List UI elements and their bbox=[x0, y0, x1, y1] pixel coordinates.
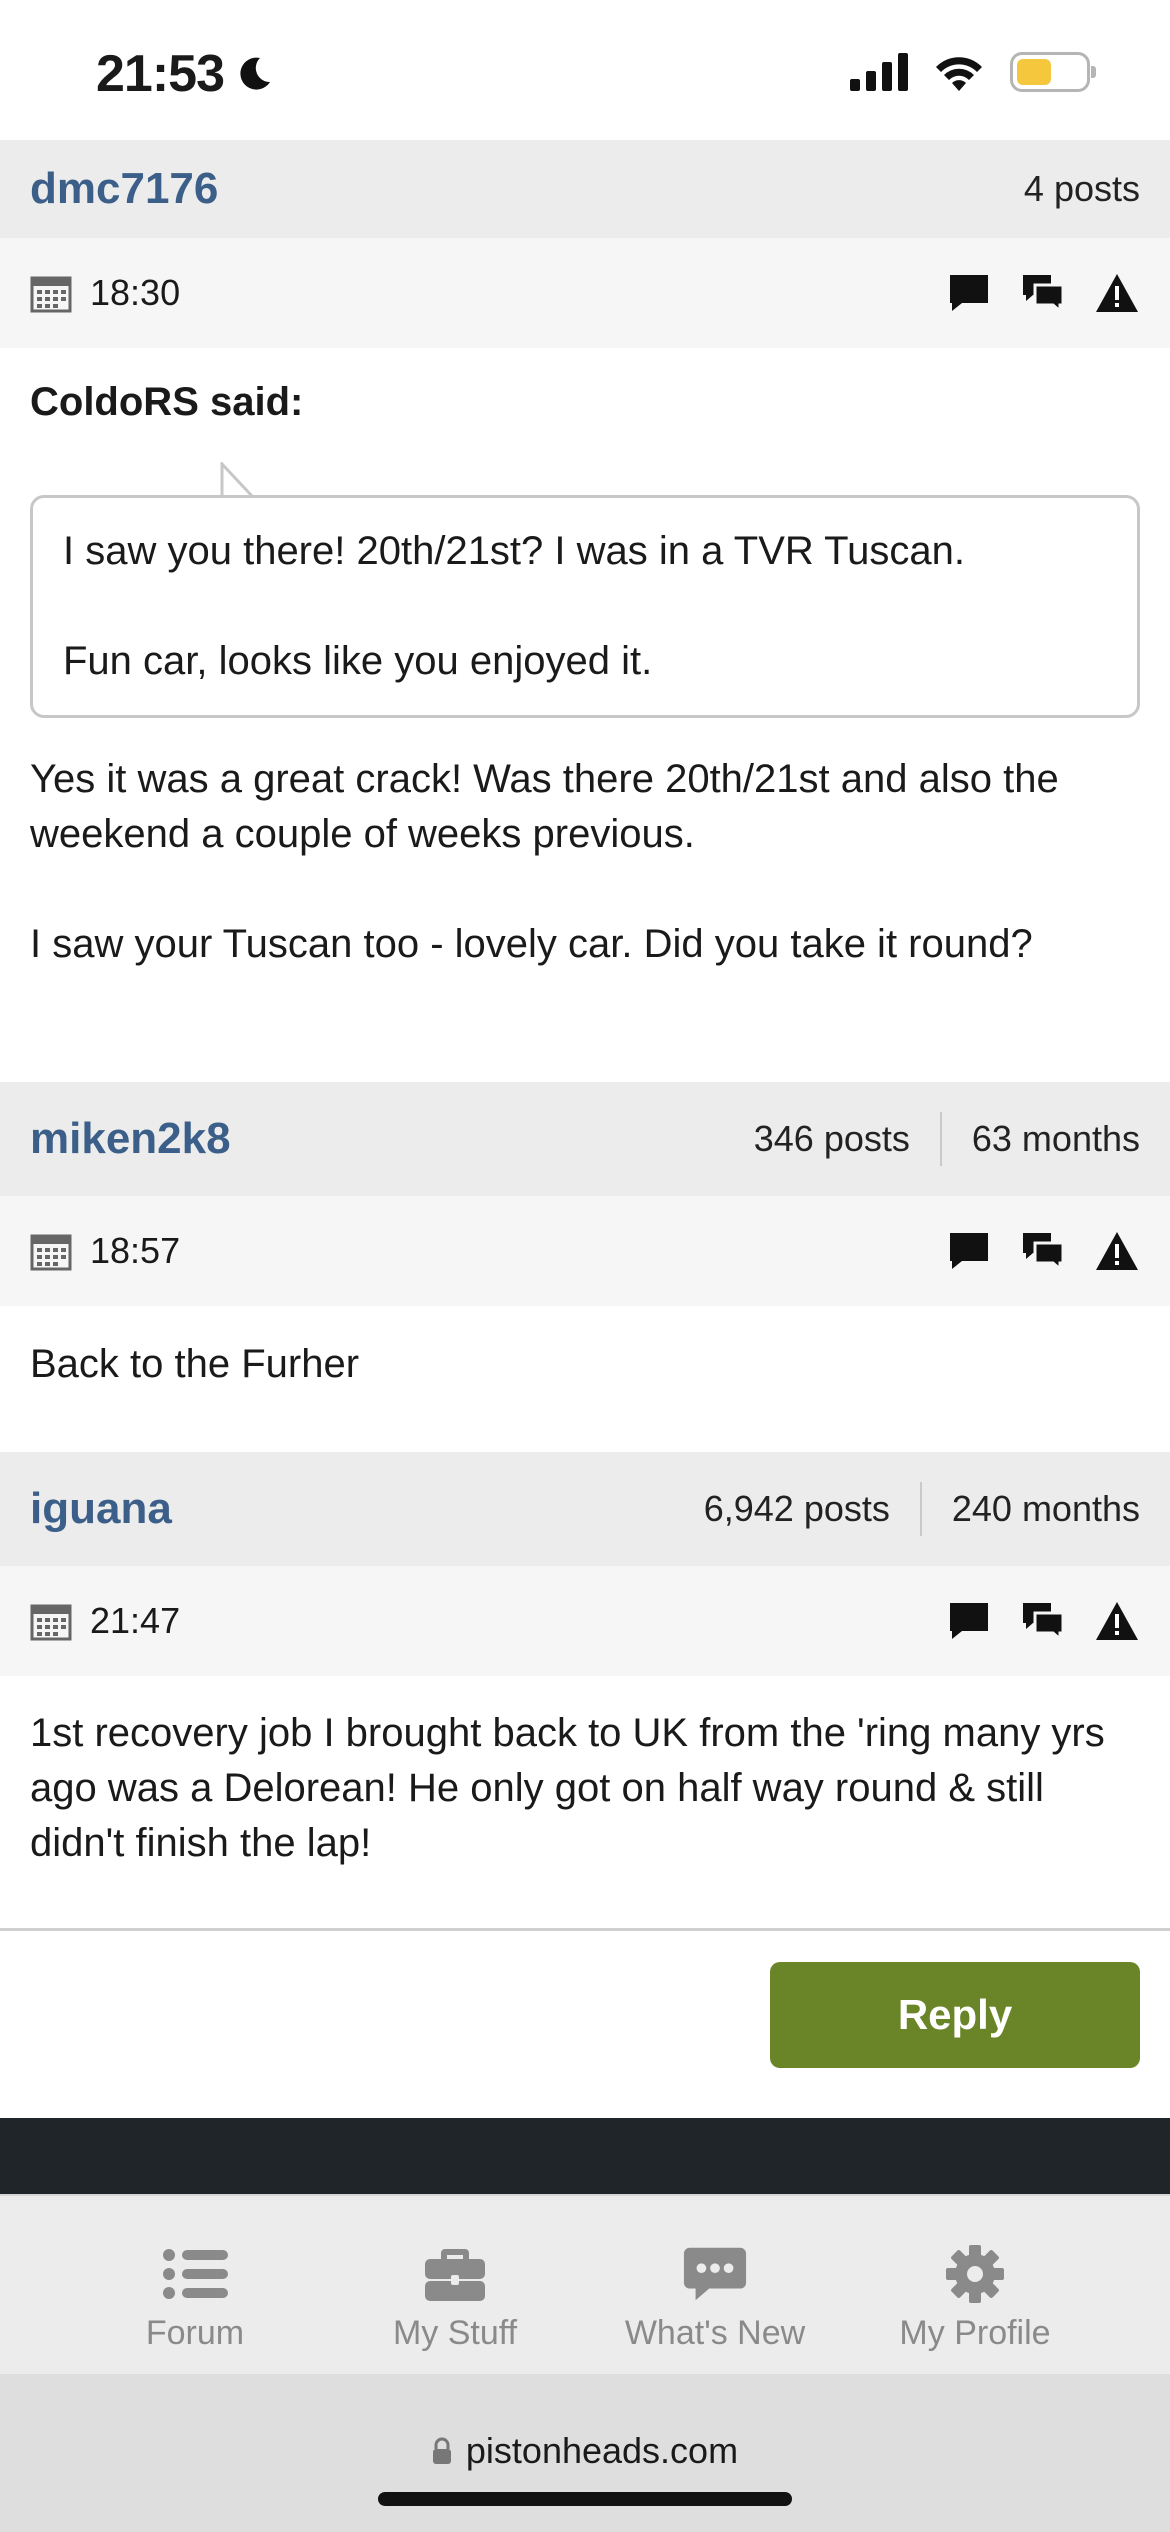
tab-label: Forum bbox=[145, 2314, 245, 2352]
post-actions bbox=[946, 1228, 1140, 1274]
reply-quote-icon[interactable] bbox=[946, 1598, 992, 1644]
post-paragraph: Back to the Furher bbox=[30, 1342, 360, 1386]
quote-line: I saw you there! 20th/21st? I was in a T… bbox=[63, 529, 965, 573]
cellular-signal-icon bbox=[850, 53, 908, 91]
post-actions bbox=[946, 1598, 1140, 1644]
tab-label: My Profile bbox=[899, 2314, 1051, 2352]
username-link[interactable]: dmc7176 bbox=[30, 164, 994, 214]
tab-whats-new[interactable]: What's New bbox=[585, 2196, 845, 2374]
url-text: pistonheads.com bbox=[465, 2430, 739, 2471]
username-link[interactable]: iguana bbox=[30, 1484, 674, 1534]
report-warning-icon[interactable] bbox=[1094, 270, 1140, 316]
report-warning-icon[interactable] bbox=[1094, 1228, 1140, 1274]
user-stats: 346 posts 63 months bbox=[724, 1112, 1140, 1166]
multi-quote-icon[interactable] bbox=[1020, 1228, 1066, 1274]
user-stats: 6,942 posts 240 months bbox=[674, 1482, 1140, 1536]
list-icon bbox=[162, 2244, 228, 2304]
tab-my-stuff[interactable]: My Stuff bbox=[325, 2196, 585, 2374]
calendar-icon bbox=[30, 1234, 72, 1271]
tab-label: My Stuff bbox=[392, 2314, 518, 2352]
post-time: 18:57 bbox=[30, 1230, 946, 1272]
quote-block: I saw you there! 20th/21st? I was in a T… bbox=[30, 495, 1140, 718]
post-body: 1st recovery job I brought back to UK fr… bbox=[30, 1706, 1140, 1871]
member-months: 63 months bbox=[971, 1118, 1140, 1159]
quote-author: ColdoRS said: bbox=[30, 380, 304, 424]
post-header: dmc7176 4 posts bbox=[0, 140, 1170, 238]
calendar-icon bbox=[30, 1604, 72, 1641]
post-body: Back to the Furher bbox=[30, 1337, 1140, 1392]
briefcase-icon bbox=[422, 2244, 488, 2304]
tab-my-profile[interactable]: My Profile bbox=[845, 2196, 1105, 2374]
user-stats: 4 posts bbox=[994, 168, 1140, 210]
wifi-icon bbox=[936, 57, 982, 91]
post-paragraph: 1st recovery job I brought back to UK fr… bbox=[30, 1711, 1105, 1865]
post-time: 18:30 bbox=[30, 272, 946, 314]
post-paragraph: I saw your Tuscan too - lovely car. Did … bbox=[30, 922, 1033, 966]
footer-band bbox=[0, 2118, 1170, 2194]
status-bar: 21:53 bbox=[0, 0, 1170, 140]
post-time-text: 21:47 bbox=[90, 1600, 181, 1641]
tab-label: What's New bbox=[624, 2314, 806, 2352]
content-separator bbox=[0, 1928, 1170, 1931]
post-time: 21:47 bbox=[30, 1600, 946, 1642]
battery-icon bbox=[1010, 52, 1096, 92]
reply-quote-icon[interactable] bbox=[946, 270, 992, 316]
post-time-text: 18:30 bbox=[90, 272, 181, 313]
multi-quote-icon[interactable] bbox=[1020, 1598, 1066, 1644]
reply-quote-icon[interactable] bbox=[946, 1228, 992, 1274]
post-meta: 21:47 bbox=[0, 1566, 1170, 1676]
url-display[interactable]: pistonheads.com bbox=[0, 2430, 1170, 2472]
bottom-tab-bar: Forum My Stuff What's New My Profile bbox=[0, 2194, 1170, 2374]
post-actions bbox=[946, 270, 1140, 316]
post-meta: 18:30 bbox=[0, 238, 1170, 348]
post-meta: 18:57 bbox=[0, 1196, 1170, 1306]
home-indicator[interactable] bbox=[378, 2492, 792, 2506]
moon-icon bbox=[240, 57, 270, 90]
post-body: Yes it was a great crack! Was there 20th… bbox=[30, 752, 1140, 972]
status-time: 21:53 bbox=[96, 44, 274, 104]
member-months: 240 months bbox=[951, 1488, 1140, 1529]
browser-url-bar[interactable]: pistonheads.com bbox=[0, 2374, 1170, 2532]
reply-button[interactable]: Reply bbox=[770, 1962, 1140, 2068]
quote-tail bbox=[220, 462, 254, 496]
post-count: 6,942 posts bbox=[703, 1488, 890, 1529]
gear-icon bbox=[942, 2244, 1008, 2304]
quote-line: Fun car, looks like you enjoyed it. bbox=[63, 639, 653, 683]
post-header: miken2k8 346 posts 63 months bbox=[0, 1082, 1170, 1196]
calendar-icon bbox=[30, 276, 72, 313]
tab-forum[interactable]: Forum bbox=[65, 2196, 325, 2374]
post-header: iguana 6,942 posts 240 months bbox=[0, 1452, 1170, 1566]
clock-text: 21:53 bbox=[96, 45, 225, 103]
chat-bubble-icon bbox=[682, 2244, 748, 2304]
username-link[interactable]: miken2k8 bbox=[30, 1114, 724, 1164]
report-warning-icon[interactable] bbox=[1094, 1598, 1140, 1644]
post-count: 346 posts bbox=[753, 1118, 910, 1159]
multi-quote-icon[interactable] bbox=[1020, 270, 1066, 316]
status-indicators bbox=[850, 52, 1096, 92]
post-time-text: 18:57 bbox=[90, 1230, 181, 1271]
lock-icon bbox=[432, 2437, 451, 2464]
post-paragraph: Yes it was a great crack! Was there 20th… bbox=[30, 757, 1059, 856]
post-count: 4 posts bbox=[1023, 168, 1140, 209]
